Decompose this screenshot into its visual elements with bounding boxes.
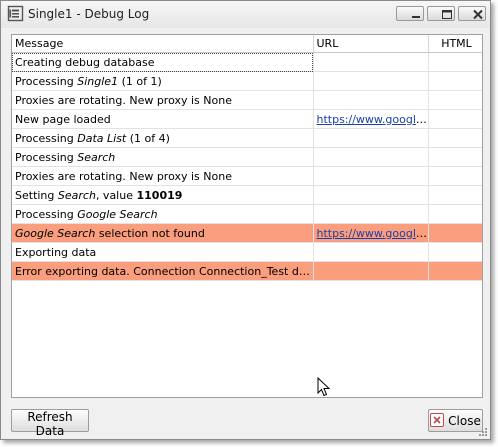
maximize-button[interactable] (427, 6, 455, 21)
message-cell[interactable]: Exporting data (12, 242, 314, 262)
window-title: Single1 - Debug Log (28, 7, 150, 21)
title-bar[interactable]: Single1 - Debug Log (1, 1, 490, 28)
message-cell[interactable]: Creating debug database (12, 52, 314, 72)
html-cell[interactable] (428, 261, 482, 281)
table-row[interactable]: Exporting data (12, 242, 482, 262)
url-cell[interactable] (313, 166, 429, 186)
url-cell[interactable] (313, 71, 429, 91)
minimize-button[interactable] (396, 6, 424, 21)
message-text: Google Search (77, 207, 158, 221)
url-cell[interactable] (313, 261, 429, 281)
html-cell[interactable] (428, 71, 482, 91)
table-row[interactable]: Processing Search (12, 147, 482, 167)
close-button-label: Close (448, 414, 481, 428)
table-row[interactable]: Processing Data List (1 of 4) (12, 128, 482, 148)
message-text: Proxies are rotating. New proxy is None (15, 169, 232, 183)
table-row[interactable]: Proxies are rotating. New proxy is None (12, 90, 482, 110)
url-cell[interactable] (313, 128, 429, 148)
column-header-url[interactable]: URL (313, 35, 429, 53)
url-cell[interactable] (313, 90, 429, 110)
message-text: Exporting data (15, 245, 97, 259)
message-text: , value (95, 188, 137, 202)
message-text: Setting (15, 188, 58, 202)
column-header-message[interactable]: Message (12, 35, 314, 53)
maximize-icon (442, 10, 452, 19)
app-log-icon (7, 5, 24, 22)
url-cell[interactable] (313, 52, 429, 72)
message-cell[interactable]: New page loaded (12, 109, 314, 129)
resize-grip-icon[interactable] (478, 427, 488, 437)
message-text: Processing (15, 74, 78, 88)
table-row[interactable]: Creating debug database (12, 52, 482, 72)
log-rows: Creating debug database Processing Single… (12, 52, 482, 281)
url-link[interactable]: https://www.google... (317, 113, 428, 126)
html-cell[interactable] (428, 147, 482, 167)
message-text: Search (77, 150, 116, 164)
url-cell[interactable] (313, 204, 429, 224)
message-text: Data List (77, 131, 127, 145)
url-cell[interactable] (313, 147, 429, 167)
message-cell[interactable]: Processing Google Search (12, 204, 314, 224)
message-text: Processing (15, 150, 78, 164)
html-cell[interactable] (428, 185, 482, 205)
message-text: Processing (15, 131, 78, 145)
message-cell[interactable]: Error exporting data. Connection Connect… (12, 261, 314, 281)
message-cell[interactable]: Processing Search (12, 147, 314, 167)
message-text: (1 of 4) (126, 131, 170, 145)
refresh-data-button[interactable]: Refresh Data (11, 409, 89, 438)
html-cell[interactable] (428, 223, 482, 243)
message-text: Search (57, 188, 96, 202)
mouse-cursor-icon (317, 377, 330, 397)
html-cell[interactable] (428, 52, 482, 72)
debug-log-grid[interactable]: Message URL HTML Creating debug database… (11, 34, 483, 398)
message-text: 110019 (136, 188, 183, 202)
table-row[interactable]: Processing Single1 (1 of 1) (12, 71, 482, 91)
table-row[interactable]: Processing Google Search (12, 204, 482, 224)
url-cell[interactable] (313, 185, 429, 205)
message-cell[interactable]: Google Search selection not found (12, 223, 314, 243)
message-text: Processing (15, 207, 78, 221)
html-cell[interactable] (428, 90, 482, 110)
html-cell[interactable] (428, 128, 482, 148)
message-text: Error exporting data. Connection Connect… (15, 264, 313, 278)
message-text: selection not found (95, 226, 205, 240)
debug-log-window: Single1 - Debug Log Message URL HTML Cre… (0, 0, 491, 440)
table-row[interactable]: Setting Search, value 110019 (12, 185, 482, 205)
close-icon (430, 413, 445, 427)
message-text: Proxies are rotating. New proxy is None (15, 93, 232, 107)
url-cell[interactable] (313, 242, 429, 262)
message-cell[interactable]: Proxies are rotating. New proxy is None (12, 166, 314, 186)
table-row[interactable]: Google Search selection not found https:/… (12, 223, 482, 243)
table-row[interactable]: Proxies are rotating. New proxy is None (12, 166, 482, 186)
grid-header-row: Message URL HTML (12, 35, 482, 53)
table-row[interactable]: Error exporting data. Connection Connect… (12, 261, 482, 281)
minimize-icon (412, 16, 420, 18)
url-cell[interactable]: https://www.google... (313, 223, 429, 243)
message-cell[interactable]: Setting Search, value 110019 (12, 185, 314, 205)
html-cell[interactable] (428, 166, 482, 186)
html-cell[interactable] (428, 109, 482, 129)
close-window-icon (473, 9, 483, 20)
message-cell[interactable]: Processing Single1 (1 of 1) (12, 71, 314, 91)
url-cell[interactable]: https://www.google... (313, 109, 429, 129)
html-cell[interactable] (428, 242, 482, 262)
close-button[interactable]: Close (428, 409, 483, 432)
message-text: (1 of 1) (118, 74, 162, 88)
message-cell[interactable]: Proxies are rotating. New proxy is None (12, 90, 314, 110)
html-cell[interactable] (428, 204, 482, 224)
message-cell[interactable]: Processing Data List (1 of 4) (12, 128, 314, 148)
message-text: Creating debug database (15, 55, 155, 69)
message-text: Google Search (15, 226, 96, 240)
message-text: New page loaded (15, 112, 111, 126)
url-link[interactable]: https://www.google... (317, 227, 428, 240)
table-row[interactable]: New page loaded https://www.google... (12, 109, 482, 129)
message-text: Single1 (77, 74, 119, 88)
column-header-html[interactable]: HTML (428, 35, 482, 53)
close-window-button[interactable] (458, 6, 486, 21)
